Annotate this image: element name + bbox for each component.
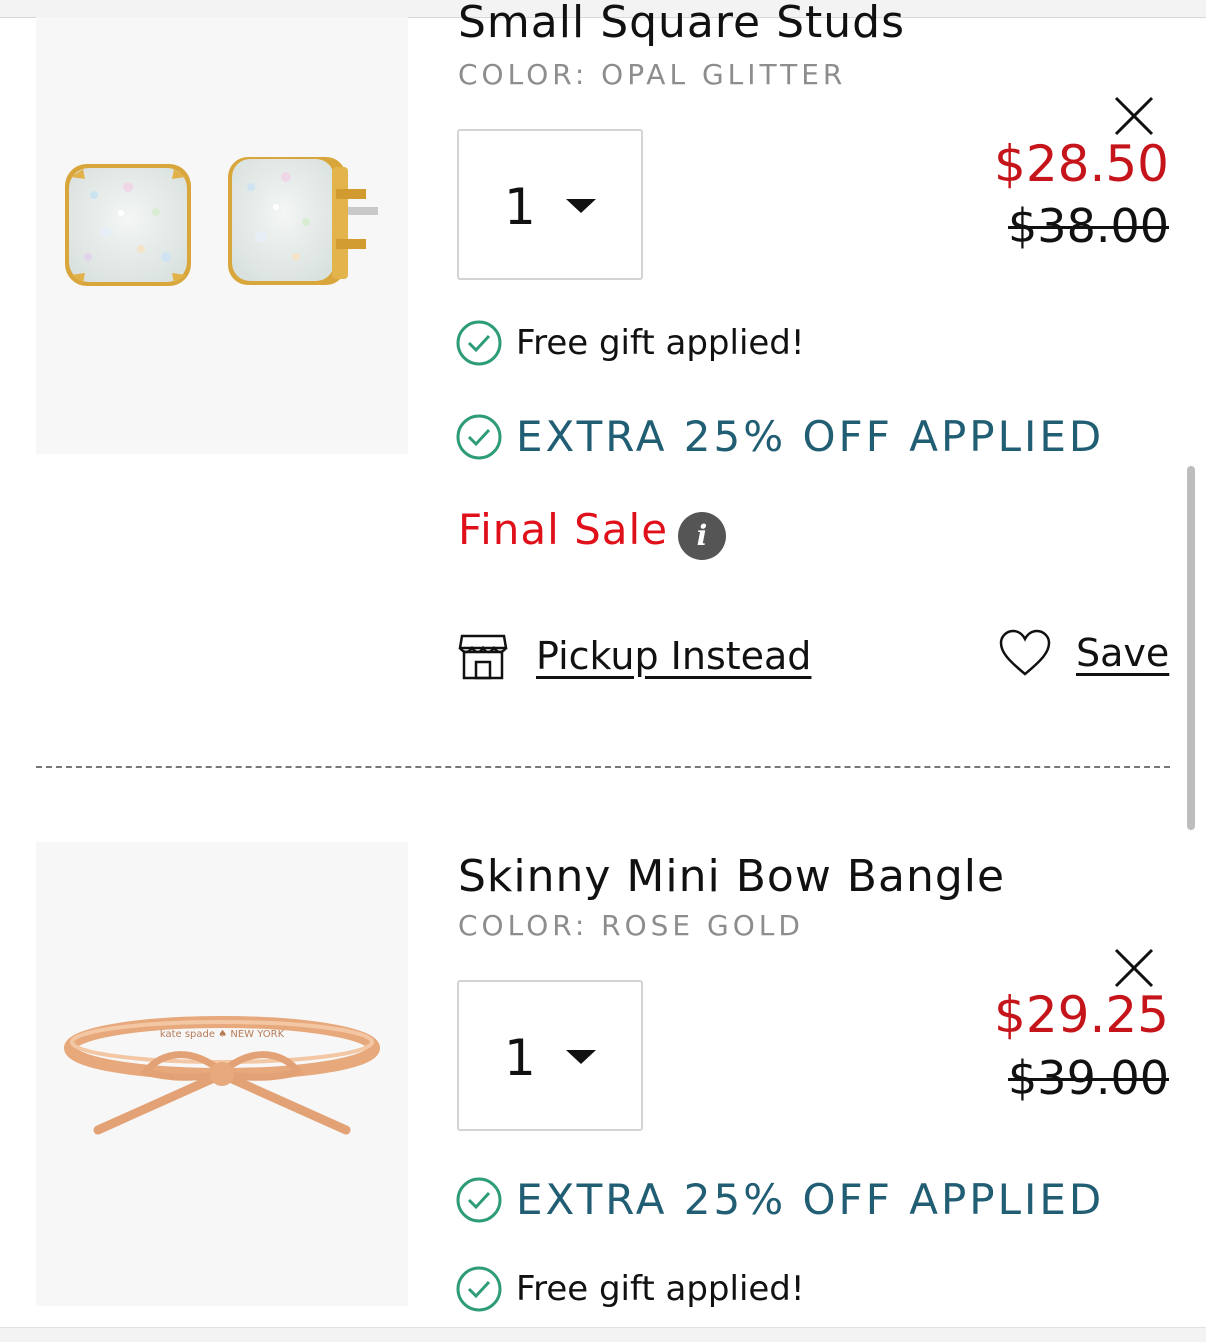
chevron-down-icon: [566, 199, 596, 213]
close-icon: [1114, 96, 1154, 136]
original-price: $39.00: [1008, 1051, 1169, 1105]
product-color: COLOR: ROSE GOLD: [458, 909, 804, 942]
product-title[interactable]: Skinny Mini Bow Bangle: [458, 851, 1005, 903]
check-circle-icon: [456, 1266, 502, 1312]
free-gift-badge: Free gift applied!: [456, 320, 805, 366]
quantity-select[interactable]: 1: [457, 129, 643, 280]
quantity-select[interactable]: 1: [457, 980, 643, 1131]
item-divider: [36, 766, 1170, 768]
check-circle-icon: [456, 320, 502, 366]
heart-icon: [999, 629, 1051, 676]
free-gift-text: Free gift applied!: [516, 1269, 805, 1309]
original-price: $38.00: [1008, 199, 1169, 253]
product-image-studs[interactable]: [36, 17, 408, 454]
remove-item-button[interactable]: [1113, 95, 1155, 137]
extra-off-text: EXTRA 25% OFF APPLIED: [516, 1175, 1105, 1224]
free-gift-badge: Free gift applied!: [456, 1266, 805, 1312]
product-title[interactable]: Small Square Studs: [458, 0, 905, 49]
close-icon: [1114, 948, 1154, 988]
save-for-later-link[interactable]: Save: [998, 628, 1169, 678]
sale-price: $28.50: [994, 135, 1169, 193]
studs-illustration: [65, 157, 378, 286]
product-color: COLOR: OPAL GLITTER: [458, 58, 847, 91]
quantity-value: 1: [504, 178, 536, 236]
sale-price: $29.25: [994, 986, 1169, 1044]
extra-off-badge: EXTRA 25% OFF APPLIED: [456, 412, 1104, 461]
pickup-instead-label[interactable]: Pickup Instead: [536, 634, 811, 678]
browser-bottom-bar: [0, 1327, 1206, 1342]
check-circle-icon: [456, 414, 502, 459]
save-label[interactable]: Save: [1076, 631, 1169, 675]
extra-off-badge: EXTRA 25% OFF APPLIED: [456, 1175, 1104, 1224]
quantity-value: 1: [504, 1029, 536, 1087]
store-icon: [458, 634, 508, 680]
chevron-down-icon: [566, 1050, 596, 1064]
free-gift-text: Free gift applied!: [516, 323, 805, 363]
product-image-bangle[interactable]: kate spade ♠ NEW YORK: [36, 842, 408, 1306]
vertical-scrollbar[interactable]: [1187, 466, 1195, 830]
remove-item-button[interactable]: [1113, 947, 1155, 989]
final-sale-label: Final Sale: [458, 505, 669, 554]
bangle-engraving: kate spade ♠ NEW YORK: [160, 1029, 285, 1040]
pickup-instead-link[interactable]: Pickup Instead: [458, 632, 811, 680]
check-circle-icon: [456, 1177, 502, 1222]
info-icon[interactable]: i: [678, 512, 726, 560]
extra-off-text: EXTRA 25% OFF APPLIED: [516, 412, 1105, 461]
bangle-illustration: kate spade ♠ NEW YORK: [64, 1016, 380, 1135]
